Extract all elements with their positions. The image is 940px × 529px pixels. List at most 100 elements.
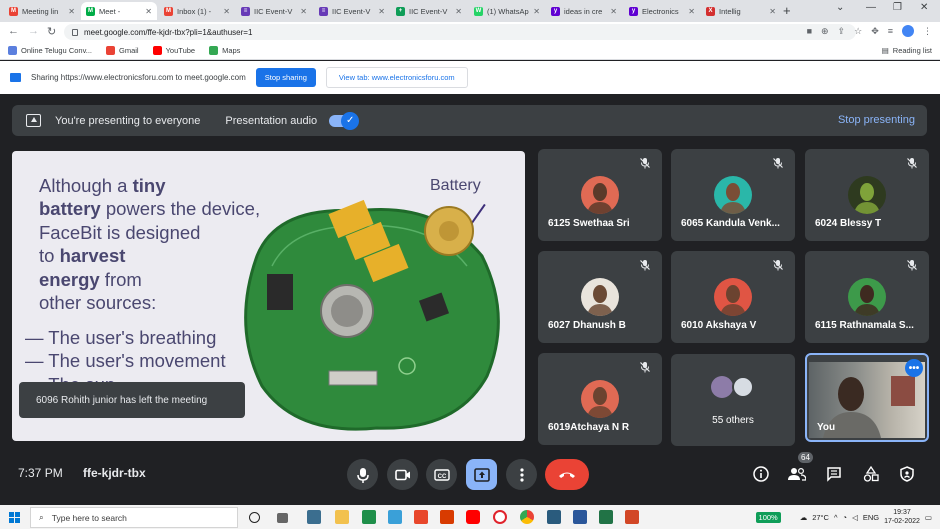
opera-icon[interactable] [493,510,507,524]
maximize-icon[interactable]: ❐ [893,2,902,13]
tab-close-icon[interactable]: ✕ [688,7,695,16]
more-options-icon[interactable]: ••• [905,359,923,377]
browser-tab[interactable]: y Electronics ✕ [624,2,700,20]
tab-close-icon[interactable]: ✕ [610,7,617,16]
network-icon[interactable]: ◔ [843,513,848,522]
tray-expand-icon[interactable]: ^ [834,513,838,522]
browser-tab[interactable]: X Intellig ✕ [701,2,781,20]
others-tile[interactable]: 55 others [671,354,795,446]
self-tile[interactable]: ••• You [805,353,929,442]
forward-icon[interactable]: → [28,25,39,37]
browser-tab[interactable]: ≡ IIC Event-V ✕ [314,2,390,20]
browser-tab[interactable]: y ideas in cre ✕ [546,2,622,20]
lock-icon [72,28,78,36]
browser-tab[interactable]: W (1) WhatsAp ✕ [469,2,545,20]
bookmark-item[interactable]: YouTube [152,46,195,55]
reading-list[interactable]: ▤ Reading list [882,46,932,55]
presentation-audio-toggle[interactable]: ✓ [329,111,360,130]
bookmark-item[interactable]: Gmail [106,46,139,55]
weather-icon[interactable]: ☁ [800,513,808,522]
language-indicator[interactable]: ENG [863,513,879,522]
tab-close-icon[interactable]: ✕ [223,7,230,16]
participant-tile[interactable]: 6027 Dhanush B [538,251,662,343]
battery-indicator[interactable]: 100% [755,511,781,523]
menu-icon[interactable]: ⋮ [923,26,932,37]
close-window-icon[interactable]: ✕ [920,2,928,13]
powerpoint-icon[interactable] [625,510,639,524]
volume-icon[interactable]: ◁ [852,513,858,522]
bookmark-star-icon[interactable]: ☆ [854,26,862,37]
reading-list-icon: ▤ [881,46,889,55]
participant-tile[interactable]: 6115 Rathnamala S... [805,251,929,343]
camera-icon[interactable]: ■ [807,26,812,36]
leave-call-button[interactable] [545,459,589,490]
captions-button[interactable]: CC [426,459,457,490]
app-icon[interactable] [362,510,376,524]
participant-tile[interactable]: 6065 Kandula Venk... [671,149,795,241]
profile-avatar[interactable] [902,25,914,37]
app-icon[interactable] [307,510,321,524]
taskbar-search-input[interactable]: ⌕ Type here to search [30,507,238,528]
url-input[interactable]: meet.google.com/ffe-kjdr-tbx?pli=1&authu… [64,24,856,40]
youtube-icon[interactable] [466,510,480,524]
activities-button[interactable] [860,463,882,485]
tab-close-icon[interactable]: ✕ [533,7,540,16]
word-icon[interactable] [573,510,587,524]
view-tab-button[interactable]: View tab: www.electronicsforu.com [325,67,468,88]
bookmark-item[interactable]: Maps [209,46,240,55]
people-button[interactable] [786,463,808,485]
temperature[interactable]: 27°C [812,513,829,522]
bookmark-item[interactable]: Online Telugu Conv... [8,46,92,55]
share-icon[interactable]: ⇪ [838,26,846,37]
stop-sharing-button[interactable]: Stop sharing [255,68,316,87]
new-tab-button[interactable]: + [783,3,791,18]
present-now-button[interactable] [466,459,497,490]
microphone-button[interactable] [347,459,378,490]
mic-off-icon [907,260,917,271]
tab-close-icon[interactable]: ✕ [378,7,385,16]
app-icon[interactable] [388,510,402,524]
cortana-icon[interactable] [249,512,260,523]
tab-close-icon[interactable]: ✕ [145,7,152,16]
participant-tile[interactable]: 6125 Swethaa Sri [538,149,662,241]
office-icon[interactable] [440,510,454,524]
browser-tab[interactable]: ≡ IIC Event-V ✕ [236,2,312,20]
tab-close-icon[interactable]: ✕ [769,7,776,16]
more-options-button[interactable] [506,459,537,490]
app-icon[interactable] [547,510,561,524]
windows-start-icon[interactable] [9,512,20,523]
back-icon[interactable]: ← [8,25,19,37]
browser-tab[interactable]: M Inbox (1) - ✕ [159,2,235,20]
browser-tab[interactable]: M Meeting lin ✕ [4,2,80,20]
notifications-icon[interactable]: ▭ [925,513,932,522]
media-icon[interactable]: ≡ [888,26,893,36]
host-controls-button[interactable] [896,463,918,485]
reload-icon[interactable]: ↻ [47,25,56,38]
tab-search-icon[interactable]: ⌄ [836,2,844,13]
tab-close-icon[interactable]: ✕ [68,7,75,16]
participant-name: 6065 Kandula Venk... [681,218,780,229]
participant-photo [720,285,746,316]
participant-tile[interactable]: 6010 Akshaya V [671,251,795,343]
chrome-icon[interactable] [520,510,534,524]
browser-tab[interactable]: + IIC Event-V ✕ [391,2,467,20]
minimize-icon[interactable]: — [866,2,876,13]
extensions-icon[interactable]: ✥ [871,26,879,37]
stop-presenting-button[interactable]: Stop presenting [838,114,915,126]
bookmark-label: Maps [222,46,241,55]
participant-tile[interactable]: 6024 Blessy T [805,149,929,241]
excel-icon[interactable] [599,510,613,524]
tab-close-icon[interactable]: ✕ [300,7,307,16]
meeting-details-button[interactable] [750,463,772,485]
check-icon: ✓ [341,111,360,130]
participant-tile[interactable]: 6019Atchaya N R [538,353,662,445]
browser-tab[interactable]: M Meet - ✕ [81,2,157,20]
chat-button[interactable] [823,463,845,485]
system-clock[interactable]: 19:37 17-02-2022 [884,508,920,526]
tab-close-icon[interactable]: ✕ [455,7,462,16]
zoom-icon[interactable]: ⊕ [821,26,829,37]
task-view-icon[interactable] [277,513,288,523]
camera-button[interactable] [387,459,418,490]
office-icon[interactable] [414,510,428,524]
file-explorer-icon[interactable] [335,510,349,524]
